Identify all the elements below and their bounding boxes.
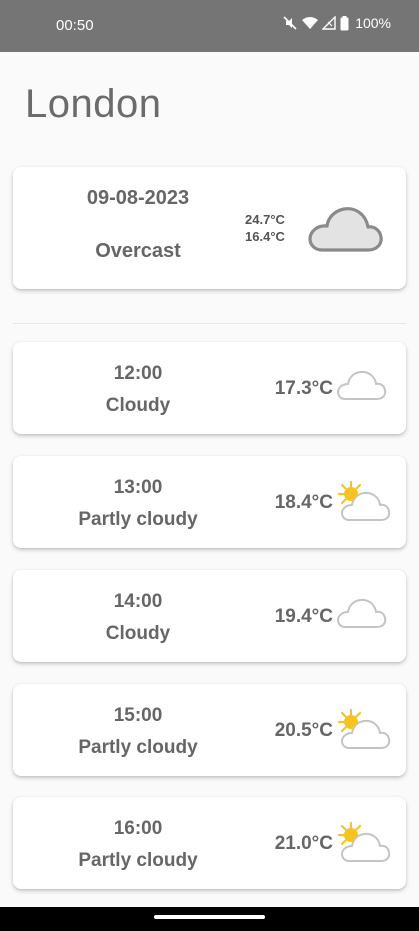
- hour-temp: 21.0°C: [274, 833, 333, 854]
- hourly-card[interactable]: 16:00 Partly cloudy 21.0°C: [13, 797, 406, 889]
- hourly-card[interactable]: 14:00 Cloudy 19.4°C: [13, 570, 406, 662]
- city-title: London: [25, 82, 162, 126]
- wifi-icon: [302, 16, 319, 30]
- summary-max-temp: 24.7°C: [245, 212, 285, 227]
- cloud-outline-icon: [335, 594, 387, 639]
- hour-time: 15:00: [113, 705, 163, 726]
- sun-cloud-icon: [335, 821, 391, 872]
- hourly-card[interactable]: 13:00 Partly cloudy 18.4°C: [13, 456, 406, 548]
- mute-icon: [282, 15, 298, 31]
- hour-time: 14:00: [113, 591, 163, 612]
- hour-condition: Partly cloudy: [78, 737, 198, 758]
- hour-condition: Cloudy: [105, 395, 171, 416]
- battery-percent: 100%: [355, 15, 391, 31]
- status-bar: 00:50 100%: [0, 0, 419, 52]
- hourly-card[interactable]: 15:00 Partly cloudy 20.5°C: [13, 684, 406, 776]
- section-divider: [13, 323, 406, 324]
- summary-min-temp: 16.4°C: [245, 229, 285, 244]
- hourly-card[interactable]: 12:00 Cloudy 17.3°C: [13, 342, 406, 434]
- hour-time: 16:00: [113, 818, 163, 839]
- hour-condition: Partly cloudy: [78, 509, 198, 530]
- daily-summary-card[interactable]: 09-08-2023 Overcast 24.7°C 16.4°C: [13, 167, 406, 289]
- navigation-bar: [0, 907, 419, 931]
- status-icons: 100%: [282, 15, 391, 31]
- summary-date: 09-08-2023: [86, 187, 190, 209]
- home-gesture-handle[interactable]: [154, 915, 265, 919]
- hour-time: 13:00: [113, 477, 163, 498]
- sun-cloud-icon: [335, 708, 391, 759]
- signal-icon: [322, 16, 336, 30]
- status-time: 00:50: [56, 17, 94, 34]
- hour-temp: 19.4°C: [274, 606, 333, 627]
- hour-temp: 20.5°C: [274, 720, 333, 741]
- hour-condition: Partly cloudy: [78, 850, 198, 871]
- hour-temp: 17.3°C: [274, 378, 333, 399]
- sun-cloud-icon: [335, 480, 391, 531]
- battery-icon: [340, 15, 349, 31]
- cloud-outline-icon: [335, 366, 387, 411]
- hour-temp: 18.4°C: [274, 492, 333, 513]
- overcast-cloud-icon: [306, 200, 384, 261]
- hour-condition: Cloudy: [105, 623, 171, 644]
- hour-time: 12:00: [113, 363, 163, 384]
